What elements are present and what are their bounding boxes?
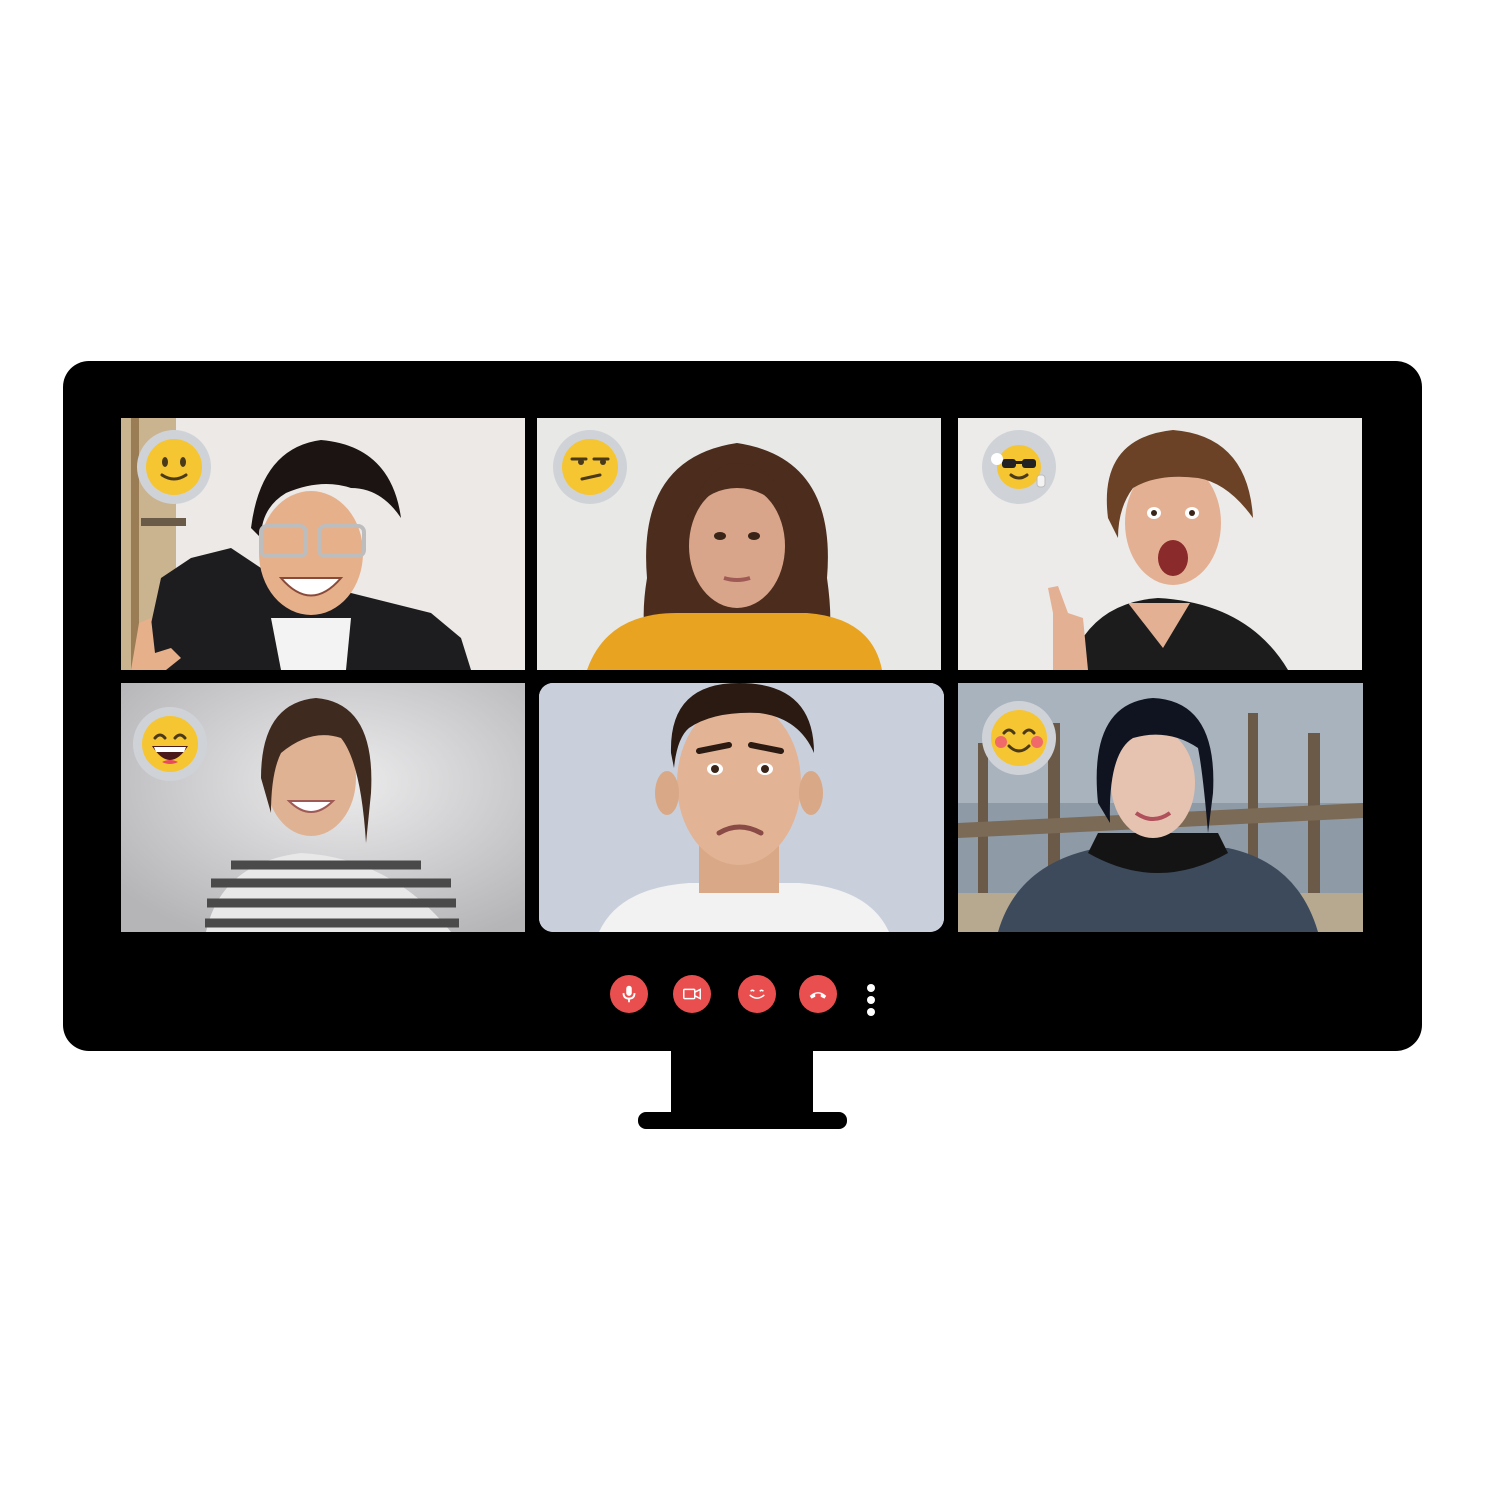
reactions-button[interactable] bbox=[738, 975, 776, 1013]
more-vertical-icon bbox=[867, 984, 875, 992]
smile-icon bbox=[749, 989, 765, 999]
end-call-button[interactable] bbox=[799, 975, 837, 1013]
cool-face-thumbs-up-icon bbox=[991, 445, 1046, 489]
participant-video-tile-active[interactable] bbox=[539, 683, 944, 932]
call-controls-bar bbox=[0, 975, 1500, 1017]
reaction-badge bbox=[982, 430, 1056, 504]
blushing-face-icon bbox=[991, 710, 1047, 766]
slightly-smiling-face-icon bbox=[146, 439, 202, 495]
participant-video-tile[interactable] bbox=[121, 418, 525, 670]
microphone-button[interactable] bbox=[610, 975, 648, 1013]
reaction-badge bbox=[137, 430, 211, 504]
participant-video-tile[interactable] bbox=[537, 418, 941, 670]
reaction-badge bbox=[982, 701, 1056, 775]
participant-video-tile[interactable] bbox=[958, 418, 1362, 670]
hang-up-icon bbox=[809, 992, 827, 999]
video-camera-icon bbox=[683, 988, 701, 1000]
reaction-badge bbox=[553, 430, 627, 504]
grinning-face-icon bbox=[142, 716, 198, 772]
monitor-stand-base bbox=[638, 1112, 847, 1129]
reaction-badge bbox=[133, 707, 207, 781]
participant-video-tile[interactable] bbox=[121, 683, 525, 932]
camera-button[interactable] bbox=[673, 975, 711, 1013]
microphone-icon bbox=[622, 985, 636, 1003]
unamused-face-icon bbox=[562, 439, 618, 495]
participant-video-tile[interactable] bbox=[958, 683, 1363, 932]
monitor-stand-neck bbox=[671, 1049, 813, 1115]
more-options-button[interactable] bbox=[864, 975, 878, 1016]
participant-video bbox=[539, 683, 944, 932]
